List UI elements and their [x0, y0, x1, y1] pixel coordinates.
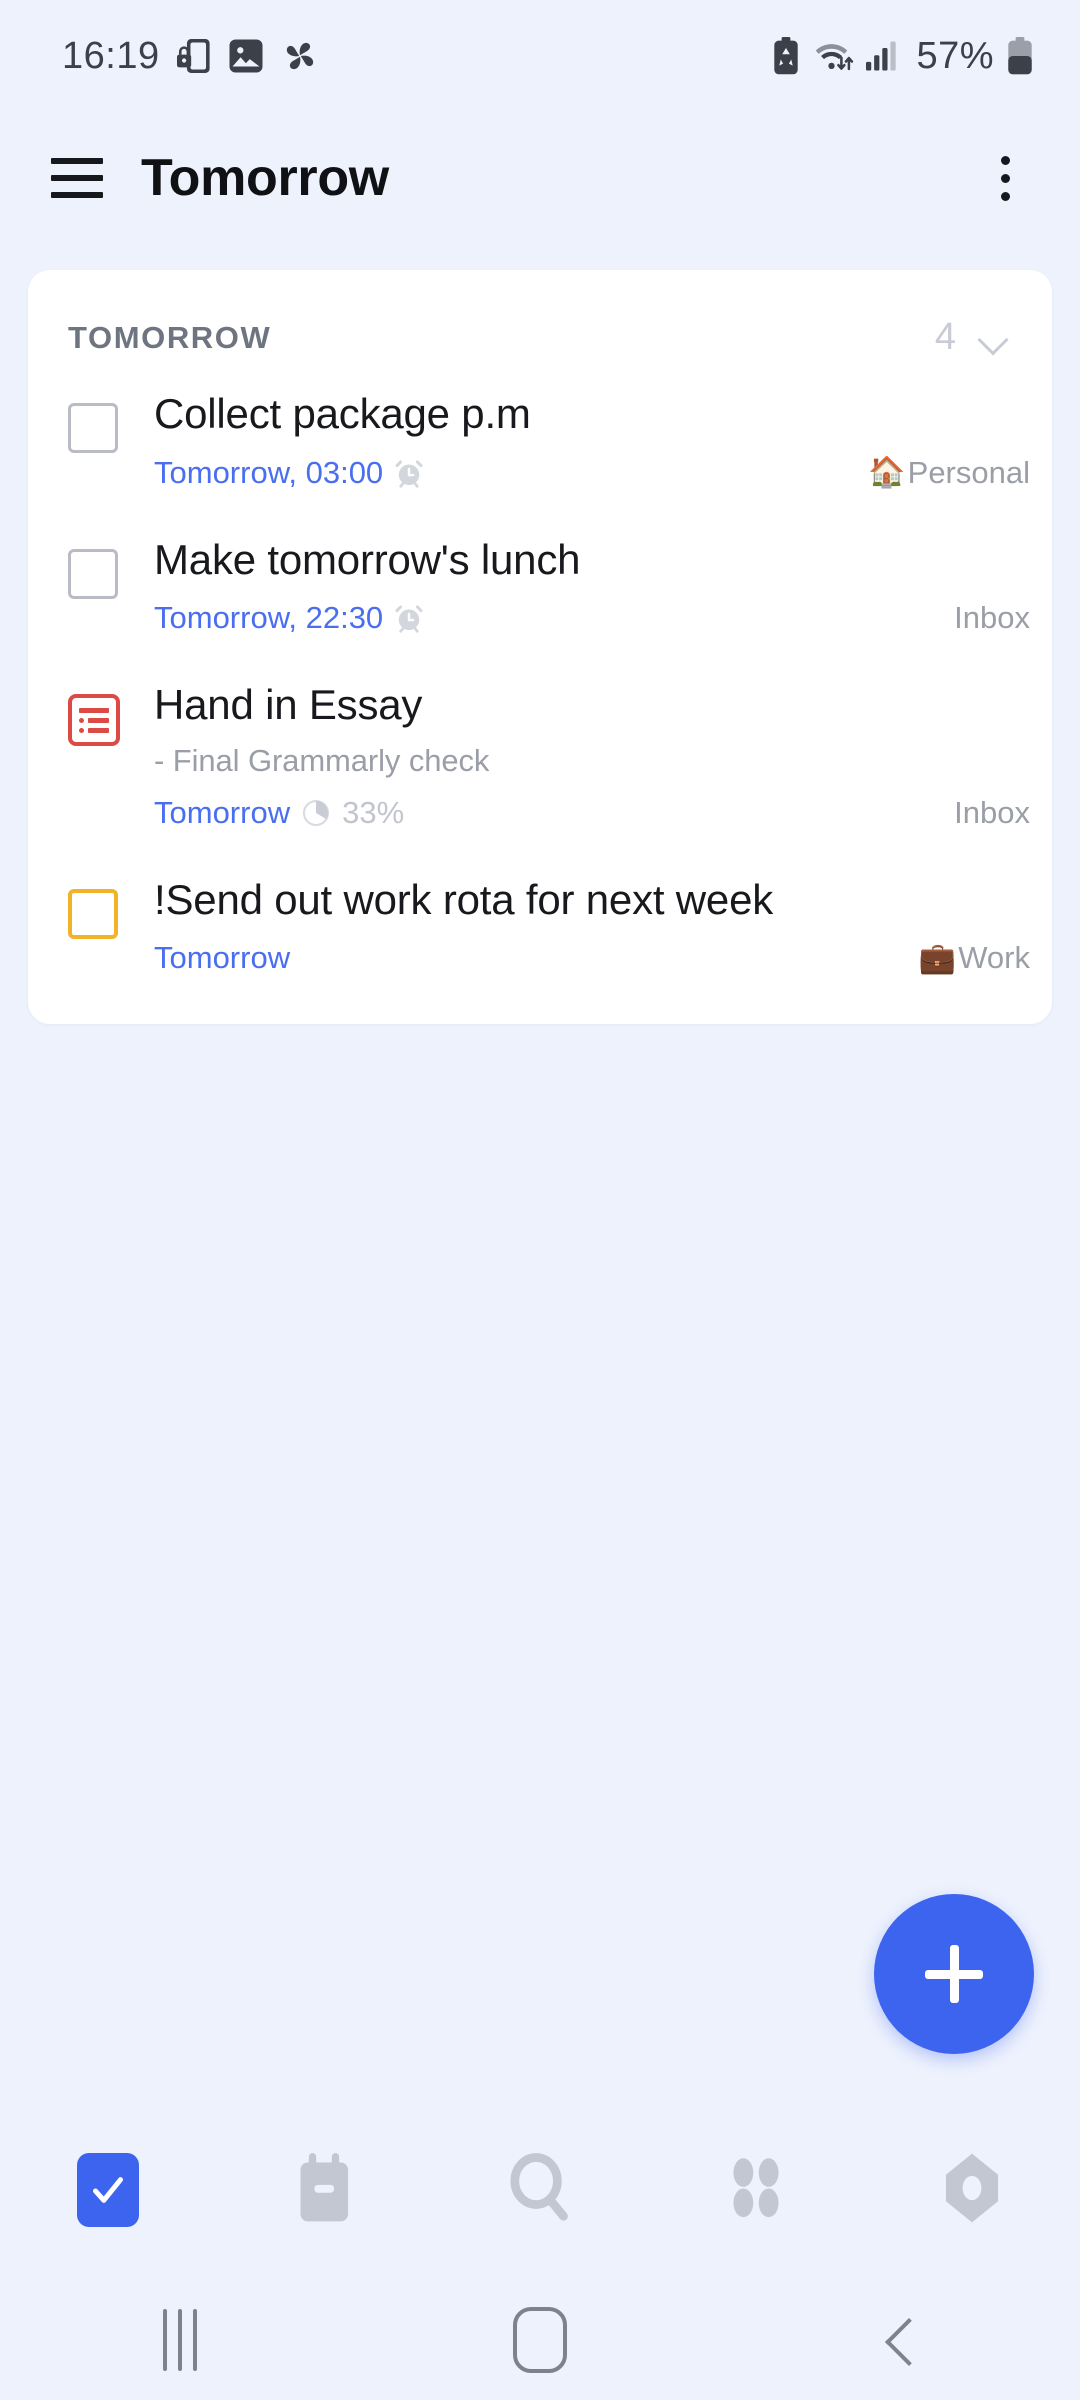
bottom-navigation — [0, 2120, 1080, 2260]
alarm-clock-icon — [394, 458, 424, 488]
section-title: TOMORROW — [68, 319, 272, 355]
task-due-date: Tomorrow, 22:30 — [154, 600, 384, 636]
nav-item-search[interactable] — [432, 2152, 648, 2228]
nav-item-calendar[interactable] — [216, 2152, 432, 2228]
battery-saver-icon — [772, 37, 800, 75]
signal-bars-icon — [866, 39, 898, 73]
task-due-date: Tomorrow — [154, 940, 291, 976]
search-icon — [506, 2152, 574, 2228]
home-icon — [513, 2307, 567, 2373]
battery-percent-label: 57% — [916, 34, 994, 77]
home-emoji-icon: 🏠 — [868, 456, 906, 490]
task-content: Make tomorrow's lunch Tomorrow, 22:30 In… — [154, 535, 1030, 637]
task-marker[interactable] — [68, 875, 154, 939]
task-list-label: 💼 Work — [919, 940, 1030, 976]
checkbox-unchecked[interactable] — [68, 403, 118, 453]
task-list-name: Work — [958, 940, 1030, 976]
app-bar: Tomorrow — [0, 112, 1080, 244]
checkbox-unchecked[interactable] — [68, 548, 118, 599]
status-bar-right: 57% — [772, 35, 1034, 78]
subtask-list-icon[interactable] — [68, 694, 120, 747]
task-list-name: Inbox — [954, 600, 1030, 636]
tasks-check-icon — [77, 2153, 139, 2227]
task-marker[interactable] — [68, 680, 154, 747]
task-marker[interactable] — [68, 535, 154, 599]
task-progress-label: 33% — [342, 794, 405, 830]
task-row[interactable]: !Send out work rota for next week Tomorr… — [28, 853, 1052, 999]
task-marker[interactable] — [68, 389, 154, 453]
chevron-down-icon[interactable] — [978, 323, 1008, 353]
task-row[interactable]: Hand in Essay - Final Grammarly check To… — [28, 658, 1052, 853]
task-content: Hand in Essay - Final Grammarly check To… — [154, 680, 1030, 831]
task-meta: Tomorrow 💼 Work — [154, 940, 1030, 976]
task-row[interactable]: Make tomorrow's lunch Tomorrow, 22:30 In… — [28, 513, 1052, 659]
task-content: Collect package p.m Tomorrow, 03:00 🏠 Pe… — [154, 389, 1030, 491]
image-icon — [228, 38, 264, 74]
task-meta: Tomorrow, 22:30 Inbox — [154, 600, 1030, 636]
task-due-date: Tomorrow, 03:00 — [154, 454, 384, 490]
recents-button[interactable] — [0, 2309, 360, 2371]
alarm-clock-icon — [394, 603, 424, 633]
nav-item-settings[interactable] — [864, 2152, 1080, 2229]
task-meta: Tomorrow 33% Inbox — [154, 794, 1030, 831]
app-screen: 16:19 57% Tomorrow TOMORROW 4 Collect pa… — [0, 0, 1080, 2400]
task-meta: Tomorrow, 03:00 🏠 Personal — [154, 454, 1030, 491]
tasks-card: TOMORROW 4 Collect package p.m Tomorrow,… — [28, 270, 1052, 1025]
task-title: !Send out work rota for next week — [154, 875, 774, 923]
task-content: !Send out work rota for next week Tomorr… — [154, 875, 1030, 977]
home-button[interactable] — [360, 2307, 720, 2373]
checkbox-unchecked-priority[interactable] — [68, 888, 118, 939]
section-header[interactable]: TOMORROW 4 — [28, 270, 1052, 367]
task-list-name: Inbox — [954, 794, 1030, 830]
calendar-icon — [293, 2152, 355, 2228]
status-bar-clock: 16:19 — [62, 34, 160, 77]
back-button[interactable] — [720, 2323, 1080, 2357]
task-due-date: Tomorrow — [154, 794, 291, 830]
task-note: - Final Grammarly check — [154, 742, 490, 778]
briefcase-emoji-icon: 💼 — [918, 941, 957, 975]
task-row[interactable]: Collect package p.m Tomorrow, 03:00 🏠 Pe… — [28, 367, 1052, 513]
task-title: Make tomorrow's lunch — [154, 535, 581, 583]
settings-hexagon-icon — [941, 2152, 1003, 2229]
more-vertical-icon[interactable] — [974, 147, 1036, 209]
system-navigation-bar — [0, 2280, 1080, 2400]
add-task-fab[interactable] — [874, 1894, 1034, 2054]
page-title: Tomorrow — [141, 149, 389, 207]
pinwheel-icon — [281, 37, 319, 75]
back-icon — [883, 2323, 917, 2357]
section-count: 4 — [934, 316, 956, 358]
phone-lock-icon — [176, 37, 211, 75]
task-list-label: 🏠 Personal — [868, 455, 1030, 491]
task-list-label: Inbox — [954, 600, 1030, 636]
grid-apps-icon — [725, 2155, 787, 2226]
task-title: Collect package p.m — [154, 390, 531, 437]
nav-item-apps[interactable] — [648, 2155, 864, 2226]
task-list-name: Personal — [907, 454, 1030, 490]
progress-pie-icon — [301, 798, 331, 828]
section-header-right: 4 — [935, 316, 1008, 359]
status-bar-left: 16:19 — [62, 35, 319, 78]
wifi-icon — [812, 39, 854, 73]
recents-icon — [163, 2309, 197, 2371]
hamburger-menu-icon[interactable] — [46, 147, 108, 209]
task-list-label: Inbox — [954, 795, 1030, 831]
task-title: Hand in Essay — [154, 681, 423, 729]
status-bar: 16:19 57% — [0, 0, 1080, 112]
battery-icon — [1006, 37, 1034, 75]
nav-item-tasks[interactable] — [0, 2153, 216, 2227]
